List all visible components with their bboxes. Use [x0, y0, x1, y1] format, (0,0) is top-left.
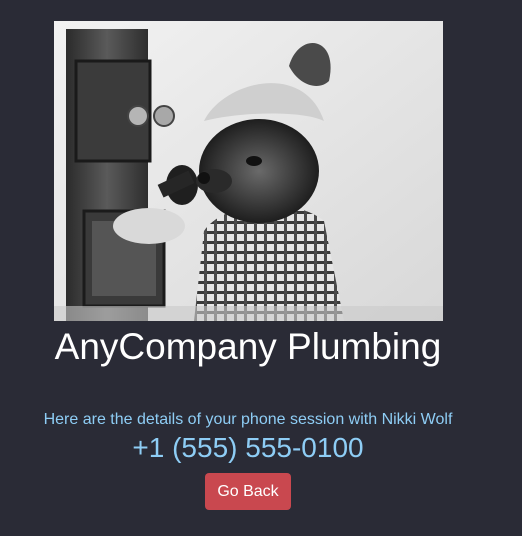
session-details-text: Here are the details of your phone sessi…	[43, 411, 453, 428]
go-back-button[interactable]: Go Back	[205, 473, 291, 510]
hero-image-dog-on-telephone	[54, 21, 443, 321]
page: AnyCompany Plumbing Here are the details…	[0, 0, 522, 536]
phone-number: +1 (555) 555-0100	[132, 432, 364, 463]
company-name: AnyCompany Plumbing	[54, 326, 442, 367]
